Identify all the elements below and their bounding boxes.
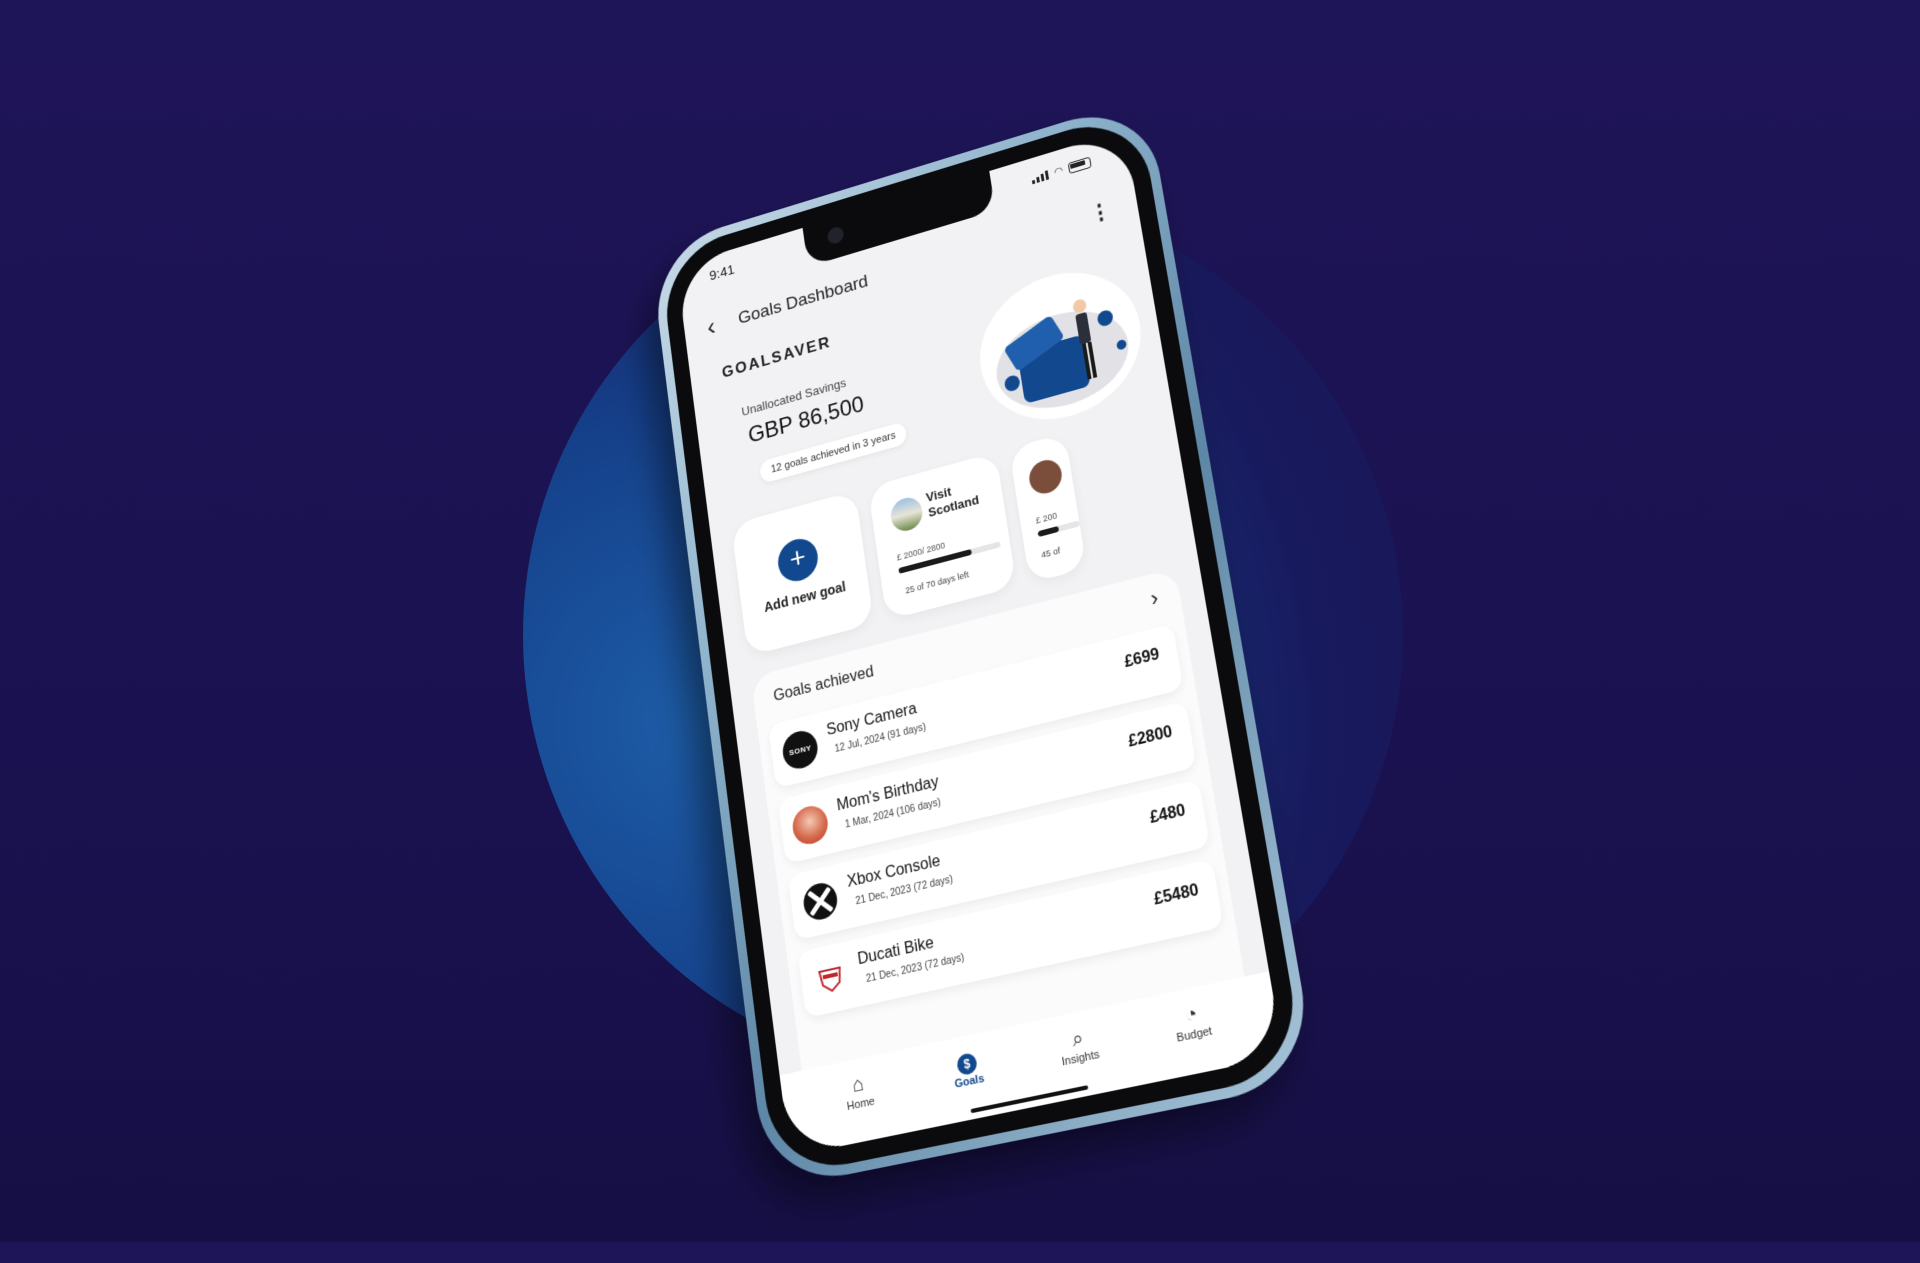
wifi-icon: ◠ bbox=[1053, 164, 1064, 178]
goal-card[interactable]: £ 200 45 of bbox=[1009, 433, 1087, 583]
achieved-goal-amount: £2800 bbox=[1127, 723, 1174, 751]
signal-icon bbox=[1031, 170, 1049, 184]
birthday-avatar bbox=[790, 803, 830, 848]
achieved-goal-amount: £5480 bbox=[1153, 881, 1200, 909]
phone-mockup: 9:41 ◠ ‹ Goals Dashboard ⋮ GOALSAVER Una… bbox=[547, 23, 1498, 1263]
phone-frame: 9:41 ◠ ‹ Goals Dashboard ⋮ GOALSAVER Una… bbox=[650, 97, 1318, 1191]
back-icon[interactable]: ‹ bbox=[706, 313, 717, 340]
battery-icon bbox=[1068, 156, 1092, 174]
tab-home[interactable]: ⌂ Home bbox=[822, 1052, 899, 1147]
more-options-icon[interactable]: ⋮ bbox=[1088, 198, 1113, 228]
savings-illustration bbox=[970, 253, 1151, 437]
add-goal-label: Add new goal bbox=[741, 573, 868, 621]
goals-icon: $ bbox=[956, 1052, 978, 1077]
chevron-right-icon[interactable]: › bbox=[1149, 585, 1160, 612]
goals-achieved-title: Goals achieved bbox=[773, 663, 875, 706]
goal-days-left: 25 of 70 days left bbox=[905, 570, 970, 596]
goal-days-left: 45 of bbox=[1040, 546, 1060, 561]
goal-amount: £ 200 bbox=[1035, 511, 1058, 526]
tab-goals[interactable]: $ Goals bbox=[930, 1029, 1009, 1126]
add-goal-card[interactable]: + Add new goal bbox=[731, 491, 874, 657]
goal-card[interactable]: Visit Scotland £ 2000/ 2800 25 of 70 day… bbox=[868, 452, 1017, 620]
app-screen: 9:41 ◠ ‹ Goals Dashboard ⋮ GOALSAVER Una… bbox=[676, 130, 1283, 1157]
tab-budget[interactable]: ◔ Budget bbox=[1152, 981, 1237, 1080]
goal-progress-fill bbox=[1037, 526, 1059, 537]
achieved-goal-amount: £699 bbox=[1123, 646, 1161, 672]
ducati-logo-icon bbox=[811, 956, 851, 1002]
goal-thumbnail bbox=[1027, 456, 1064, 497]
goal-thumbnail bbox=[889, 494, 925, 534]
sony-logo: SONY bbox=[781, 727, 820, 772]
xbox-logo-icon bbox=[800, 879, 840, 924]
plus-icon[interactable]: + bbox=[776, 534, 821, 585]
status-time: 9:41 bbox=[708, 262, 735, 284]
goal-name: Visit Scotland bbox=[925, 472, 998, 521]
achieved-goal-amount: £480 bbox=[1149, 802, 1187, 828]
